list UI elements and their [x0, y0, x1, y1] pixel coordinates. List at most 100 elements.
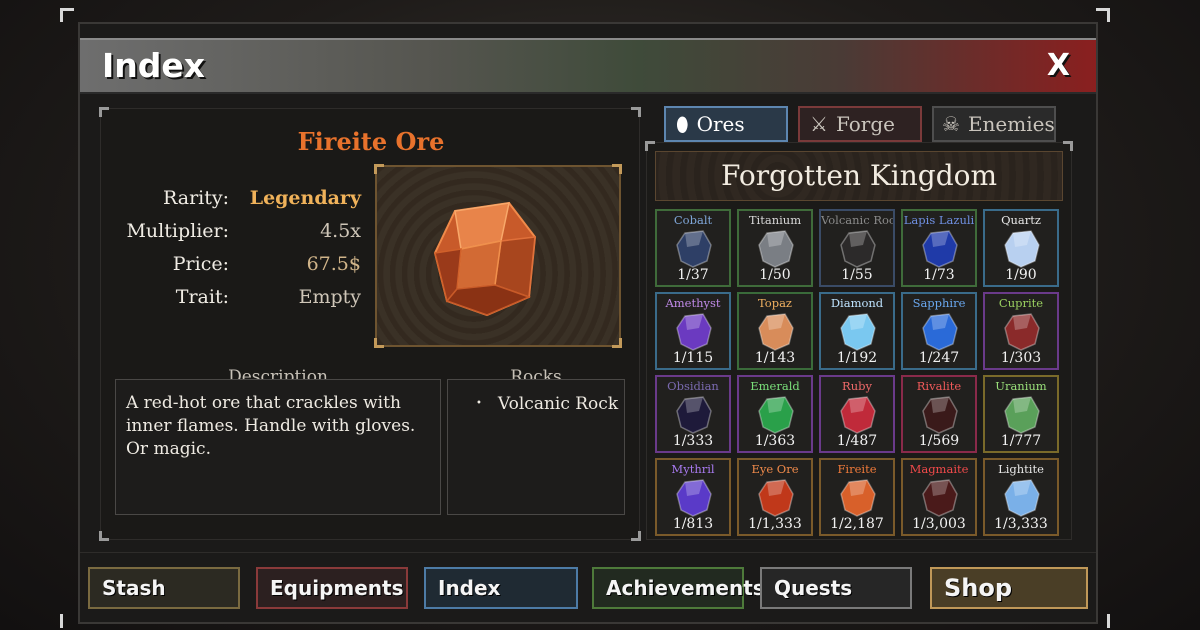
ore-cell[interactable]: Amethyst 1/115	[655, 292, 731, 370]
ore-gem-icon	[1004, 313, 1040, 351]
ore-gem-icon	[922, 396, 958, 434]
ore-cell-name: Rivalite	[916, 379, 962, 393]
ore-cell[interactable]: Topaz 1/143	[737, 292, 813, 370]
ore-cell-count: 1/192	[836, 350, 878, 366]
ore-cell-count: 1/73	[923, 267, 955, 283]
ore-cell-name: Sapphire	[912, 296, 966, 310]
ore-icon: ⬮	[676, 112, 689, 136]
ore-cell-count: 1/333	[672, 433, 714, 449]
ore-cell-name: Titanium	[748, 213, 802, 227]
ore-cell-count: 1/813	[672, 516, 714, 532]
ore-preview-frame	[374, 164, 622, 348]
ore-cell-count: 1/777	[1000, 433, 1042, 449]
ore-gem-icon	[840, 313, 876, 351]
ore-cell[interactable]: Obsidian 1/333	[655, 375, 731, 453]
stash-button[interactable]: Stash	[88, 567, 240, 609]
ore-cell-name: Cobalt	[673, 213, 713, 227]
achievements-button[interactable]: Achievements	[592, 567, 765, 609]
ore-gem-icon	[676, 396, 712, 434]
ore-cell[interactable]: Volcanic Rock 1/55	[819, 209, 895, 287]
skull-icon: ☠	[942, 112, 960, 136]
ore-cell[interactable]: Uranium 1/777	[983, 375, 1059, 453]
ore-gem-icon	[758, 313, 794, 351]
ore-cell[interactable]: Sapphire 1/247	[901, 292, 977, 370]
panel-corner	[99, 531, 109, 541]
frame-corner	[374, 338, 384, 348]
ore-cell-count: 1/115	[672, 350, 714, 366]
panel-corner	[631, 531, 641, 541]
ore-cell-name: Amethyst	[665, 296, 721, 310]
ore-cell[interactable]: Rivalite 1/569	[901, 375, 977, 453]
ore-gem-icon	[922, 479, 958, 517]
ore-cell-count: 1/37	[677, 267, 709, 283]
ore-cell-count: 1/3,333	[994, 516, 1048, 532]
ore-cell[interactable]: Ruby 1/487	[819, 375, 895, 453]
frame-corner	[612, 164, 622, 174]
ore-cell-count: 1/487	[836, 433, 878, 449]
ore-cell[interactable]: Diamond 1/192	[819, 292, 895, 370]
multiplier-value: 4.5x	[320, 219, 361, 242]
ore-cell-name: Volcanic Rock	[821, 213, 895, 227]
ore-cell[interactable]: Emerald 1/363	[737, 375, 813, 453]
ore-gem-icon	[676, 313, 712, 351]
ore-gem-icon	[922, 313, 958, 351]
ore-gem-icon	[1004, 230, 1040, 268]
tab-ores[interactable]: ⬮ Ores	[664, 106, 788, 142]
stat-label: Price:	[172, 252, 229, 275]
ore-cell[interactable]: Quartz 1/90	[983, 209, 1059, 287]
rocks-box: Volcanic Rock	[447, 379, 625, 515]
ore-gem-icon	[840, 479, 876, 517]
ore-cell-name: Eye Ore	[751, 462, 799, 476]
tab-label: Ores	[696, 112, 745, 136]
ore-cell-count: 1/55	[841, 267, 873, 283]
index-button[interactable]: Index	[424, 567, 578, 609]
ore-cell-count: 1/2,187	[830, 516, 884, 532]
ore-gem-icon	[840, 230, 876, 268]
index-window: Index X Fireite Ore Rarity: Legendary Mu…	[78, 22, 1098, 624]
ore-cell-count: 1/50	[759, 267, 791, 283]
ore-cell-name: Mythril	[671, 462, 715, 476]
ore-cell-name: Cuprite	[998, 296, 1044, 310]
ore-cell-name: Lightite	[998, 462, 1044, 476]
ore-cell[interactable]: Cuprite 1/303	[983, 292, 1059, 370]
sword-icon: ⚔	[810, 112, 828, 136]
ore-cell[interactable]: Mythril 1/813	[655, 458, 731, 536]
ore-cell[interactable]: Magmaite 1/3,003	[901, 458, 977, 536]
ore-cell[interactable]: Lightite 1/3,333	[983, 458, 1059, 536]
ore-cell-name: Fireite	[837, 462, 877, 476]
description-box: A red-hot ore that crackles with inner f…	[115, 379, 441, 515]
stat-rarity: Rarity: Legendary	[111, 181, 361, 214]
ore-detail-panel: Fireite Ore Rarity: Legendary Multiplier…	[99, 107, 641, 541]
quests-button[interactable]: Quests	[760, 567, 912, 609]
rock-item: Volcanic Rock	[448, 380, 624, 414]
ore-cell-count: 1/569	[918, 433, 960, 449]
ore-stats: Rarity: Legendary Multiplier: 4.5x Price…	[111, 181, 361, 313]
ore-cell-count: 1/247	[918, 350, 960, 366]
ore-cell-name: Diamond	[830, 296, 884, 310]
ore-gem-icon	[922, 230, 958, 268]
ore-cell-name: Obsidian	[667, 379, 719, 393]
ore-cell-name: Lapis Lazuli	[903, 213, 975, 227]
ore-cell[interactable]: Fireite 1/2,187	[819, 458, 895, 536]
stat-multiplier: Multiplier: 4.5x	[111, 214, 361, 247]
shop-button[interactable]: Shop	[930, 567, 1088, 609]
tab-label: Forge	[835, 112, 895, 136]
ore-cell-count: 1/143	[754, 350, 796, 366]
ore-gem-icon	[676, 230, 712, 268]
stat-trait: Trait: Empty	[111, 280, 361, 313]
ore-cell-name: Emerald	[750, 379, 800, 393]
ore-gem-icon	[676, 479, 712, 517]
ore-cell[interactable]: Cobalt 1/37	[655, 209, 731, 287]
ore-grid-panel: Forgotten Kingdom Cobalt 1/37 Titanium 1/50…	[645, 141, 1073, 540]
ore-cell[interactable]: Titanium 1/50	[737, 209, 813, 287]
ore-cell[interactable]: Eye Ore 1/1,333	[737, 458, 813, 536]
ore-cell[interactable]: Lapis Lazuli 1/73	[901, 209, 977, 287]
ore-cell-name: Ruby	[842, 379, 872, 393]
tab-enemies[interactable]: ☠ Enemies	[932, 106, 1056, 142]
tab-forge[interactable]: ⚔ Forge	[798, 106, 922, 142]
equipments-button[interactable]: Equipments	[256, 567, 408, 609]
ore-cell-name: Magmaite	[909, 462, 969, 476]
close-button[interactable]: X	[1047, 48, 1070, 83]
region-title: Forgotten Kingdom	[655, 151, 1063, 201]
panel-corner	[645, 141, 655, 151]
